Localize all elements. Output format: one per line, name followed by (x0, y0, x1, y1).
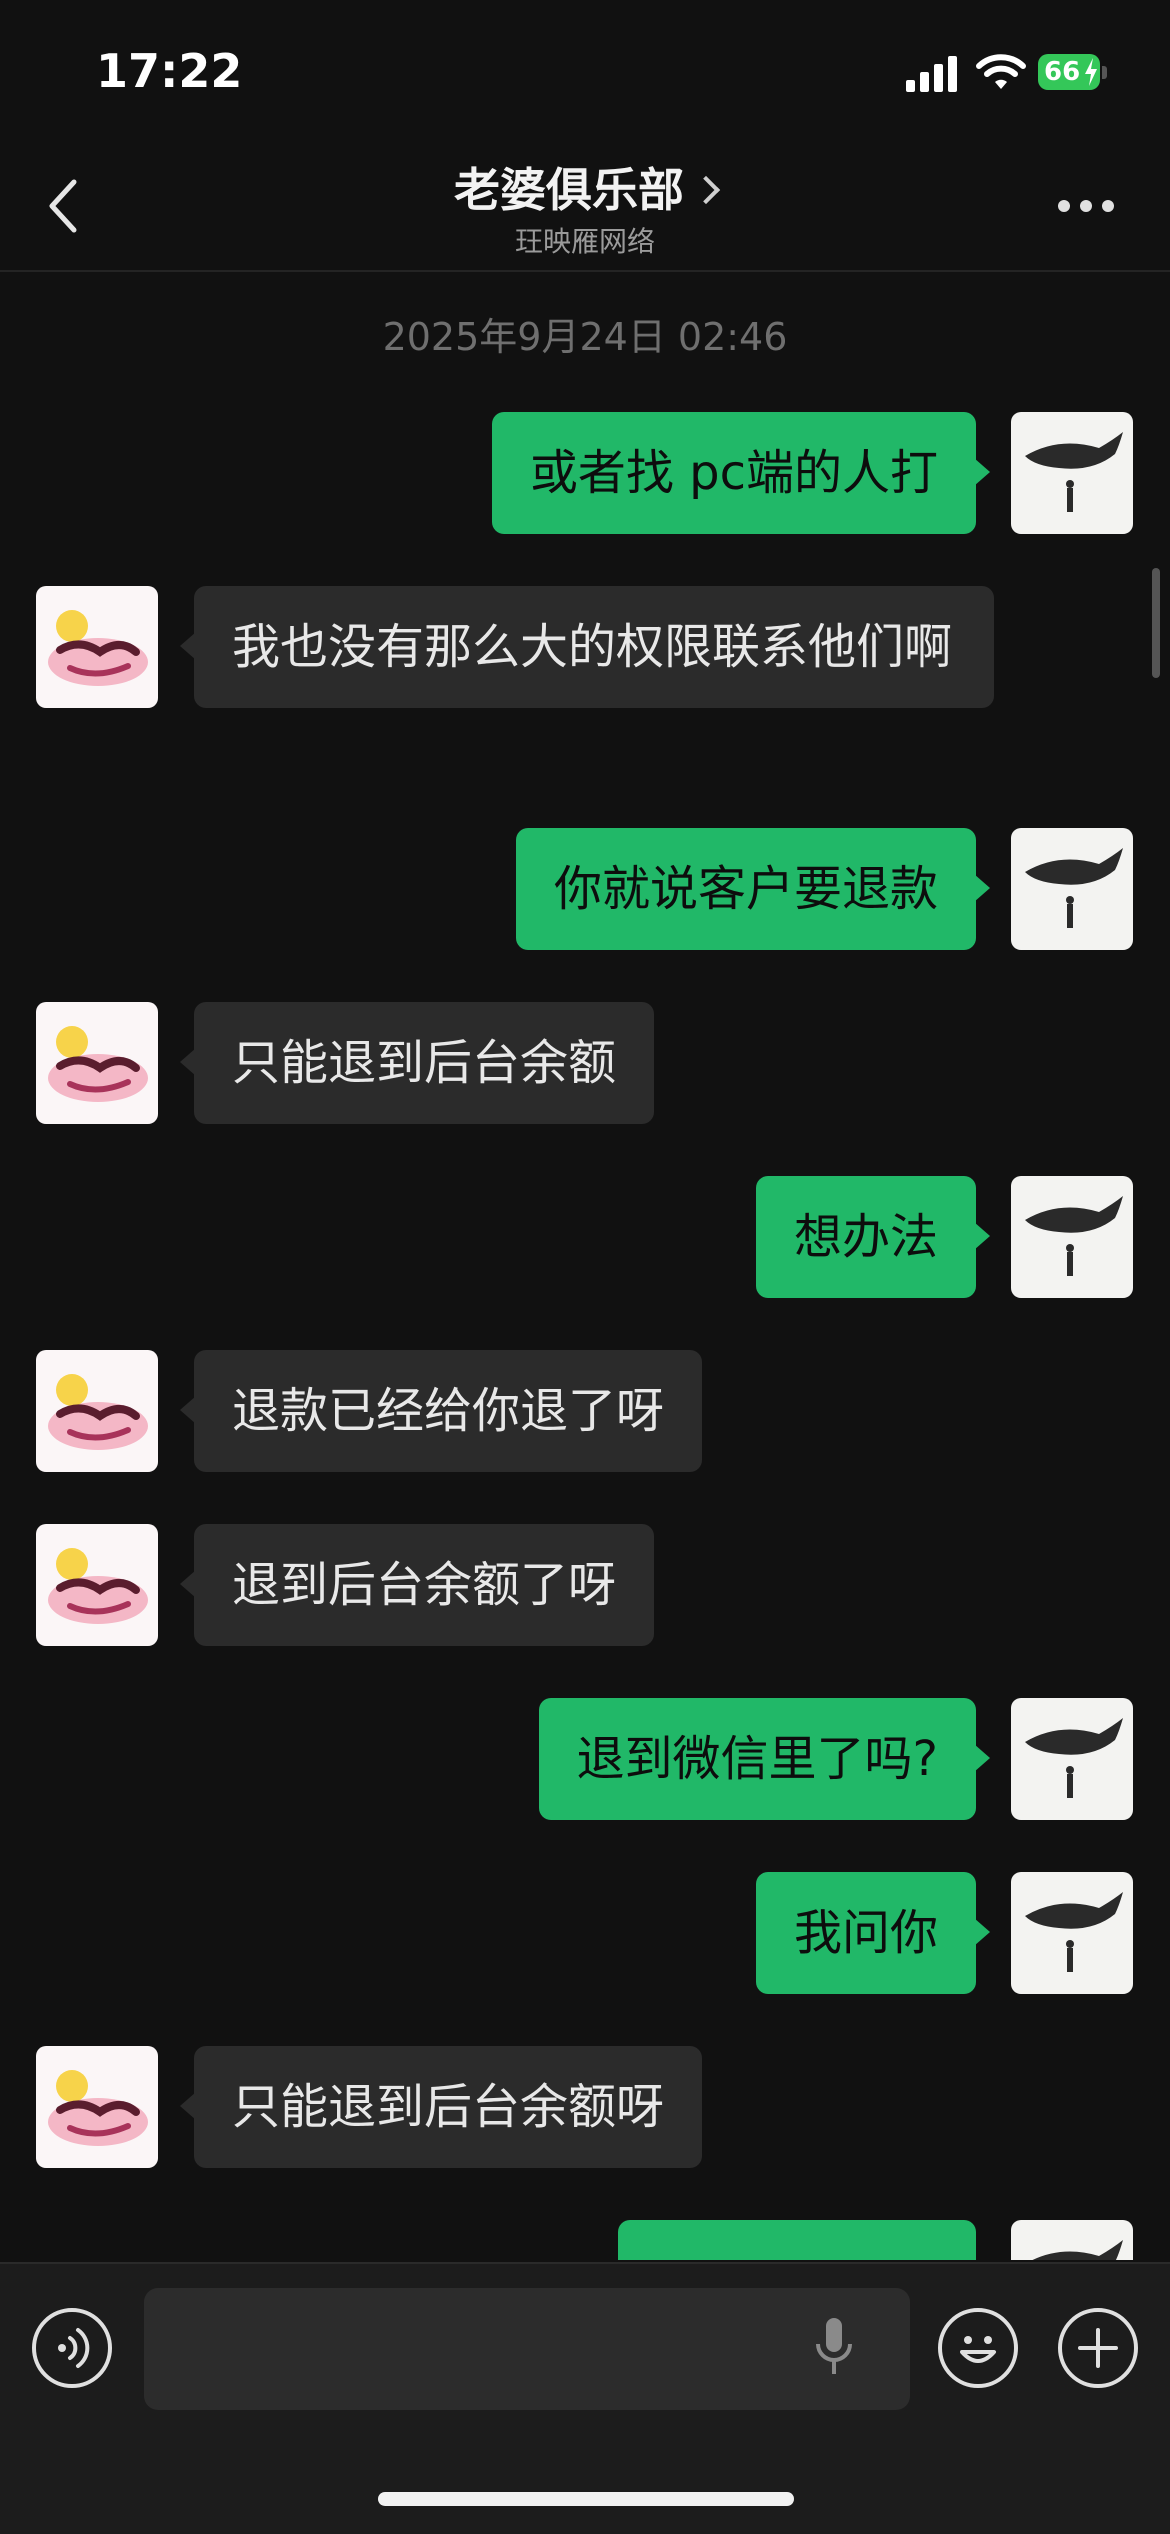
voice-mode-button[interactable] (32, 2308, 112, 2388)
outgoing-message-bubble-partial[interactable] (618, 2220, 976, 2260)
incoming-message-bubble[interactable]: 退到后台余额了呀 (179, 1524, 655, 1646)
emoji-button[interactable] (938, 2308, 1018, 2388)
message-timestamp: 2025年9月24日 02:46 (382, 315, 788, 359)
smiley-icon (960, 2336, 996, 2363)
contact-avatar[interactable] (36, 1002, 158, 1124)
charging-bolt-icon (1085, 58, 1097, 86)
my-avatar[interactable] (1011, 1698, 1133, 1820)
message-input[interactable] (144, 2288, 910, 2410)
chat-title: 老婆俱乐部 (454, 163, 684, 217)
microphone-icon[interactable] (814, 2314, 854, 2384)
outgoing-message-bubble[interactable]: 退到微信里了吗? (538, 1698, 991, 1820)
voice-waves-icon (58, 2328, 90, 2368)
outgoing-message-bubble[interactable]: 想办法 (755, 1176, 991, 1298)
contact-avatar[interactable] (36, 586, 158, 708)
outgoing-message-bubble[interactable]: 你就说客户要退款 (515, 828, 991, 950)
contact-avatar[interactable] (36, 1350, 158, 1472)
cellular-signal-icon (906, 56, 960, 92)
my-avatar[interactable] (1011, 828, 1133, 950)
home-indicator[interactable] (378, 2492, 794, 2506)
contact-avatar[interactable] (36, 1524, 158, 1646)
chat-header: 老婆俱乐部 玨映雁网络 (0, 140, 1170, 272)
chat-title-link[interactable]: 老婆俱乐部 (0, 154, 1170, 220)
wifi-icon (976, 54, 1026, 89)
incoming-message-bubble[interactable]: 我也没有那么大的权限联系他们啊 (180, 586, 994, 708)
incoming-message-bubble[interactable]: 退款已经给你退了呀 (179, 1350, 703, 1472)
status-time: 17:22 (96, 44, 243, 98)
my-avatar[interactable] (1011, 1872, 1133, 1994)
scrollbar[interactable] (1152, 568, 1160, 678)
my-avatar[interactable] (1011, 1176, 1133, 1298)
chat-subtitle: 玨映雁网络 (514, 225, 655, 258)
outgoing-message-bubble[interactable]: 或者找 pc端的人打 (491, 412, 991, 534)
battery-level: 66 (1044, 57, 1081, 87)
status-bar: 17:22 66 (0, 0, 1170, 140)
incoming-message-bubble[interactable]: 只能退到后台余额呀 (179, 2046, 703, 2168)
battery-cap (1102, 66, 1107, 79)
add-attachment-button[interactable] (1058, 2308, 1138, 2388)
my-avatar[interactable] (1011, 412, 1133, 534)
contact-avatar[interactable] (36, 2046, 158, 2168)
my-avatar[interactable] (1011, 2220, 1133, 2260)
incoming-message-bubble[interactable]: 只能退到后台余额 (179, 1002, 655, 1124)
more-options-icon[interactable] (1058, 200, 1114, 214)
chat-message-list[interactable]: 2025年9月24日 02:46 或者找 pc端的人打 我也没有那么大的权限联系… (0, 272, 1170, 2260)
plus-icon (1078, 2328, 1118, 2368)
chevron-right-icon (691, 175, 721, 205)
outgoing-message-bubble[interactable]: 我问你 (755, 1872, 991, 1994)
